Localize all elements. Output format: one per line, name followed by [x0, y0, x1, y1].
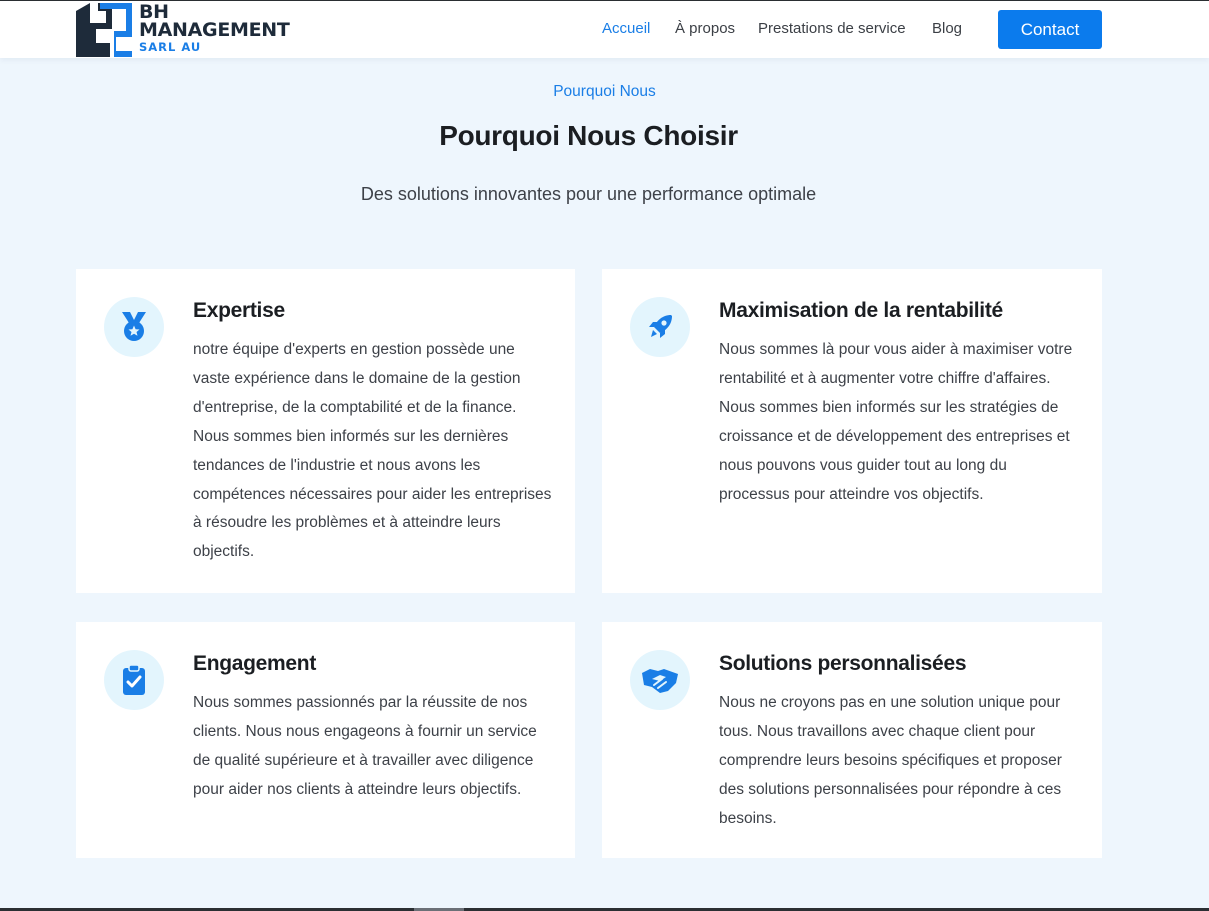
- brand-line-2: MANAGEMENT: [139, 19, 290, 41]
- brand-line-3: SARL AU: [139, 40, 202, 54]
- nav-item-prestations[interactable]: Prestations de service: [758, 20, 906, 37]
- section-kicker: Pourquoi Nous: [553, 83, 656, 100]
- nav-item-a-propos[interactable]: À propos: [675, 20, 735, 37]
- nav-item-accueil[interactable]: Accueil: [602, 20, 650, 37]
- section-title: Pourquoi Nous Choisir: [439, 120, 738, 151]
- nav-item-blog[interactable]: Blog: [932, 20, 962, 37]
- logo-mark-icon: [76, 3, 132, 57]
- brand-text: BH MANAGEMENT SARL AU: [139, 3, 290, 55]
- site-header: BH MANAGEMENT SARL AU Accueil À propos P…: [0, 1, 1209, 58]
- card-title: Expertise: [193, 299, 285, 322]
- handshake-icon: [630, 650, 690, 710]
- card-text: Nous ne croyons pas en une solution uniq…: [719, 694, 1062, 827]
- card-title: Engagement: [193, 652, 317, 675]
- section-subtitle: Des solutions innovantes pour une perfor…: [360, 184, 817, 204]
- clipboard-check-icon: [104, 650, 164, 710]
- card-text: Nous sommes passionnés par la réussite d…: [193, 694, 537, 798]
- brand-logo[interactable]: BH MANAGEMENT SARL AU: [76, 3, 290, 58]
- medal-icon: [104, 297, 164, 357]
- feature-card-engagement: Engagement Nous sommes passionnés par la…: [76, 622, 575, 858]
- card-text: Nous sommes là pour vous aider à maximis…: [719, 341, 1073, 503]
- card-text: notre équipe d'experts en gestion possèd…: [193, 341, 552, 561]
- card-title: Solutions personnalisées: [719, 652, 967, 675]
- feature-card-expertise: Expertise notre équipe d'experts en gest…: [76, 269, 575, 593]
- feature-card-rentabilite: Maximisation de la rentabilité Nous somm…: [602, 269, 1102, 593]
- contact-button[interactable]: Contact: [998, 10, 1102, 49]
- rocket-icon: [630, 297, 690, 357]
- card-title: Maximisation de la rentabilité: [719, 299, 1003, 322]
- feature-card-solutions: Solutions personnalisées Nous ne croyons…: [602, 622, 1102, 858]
